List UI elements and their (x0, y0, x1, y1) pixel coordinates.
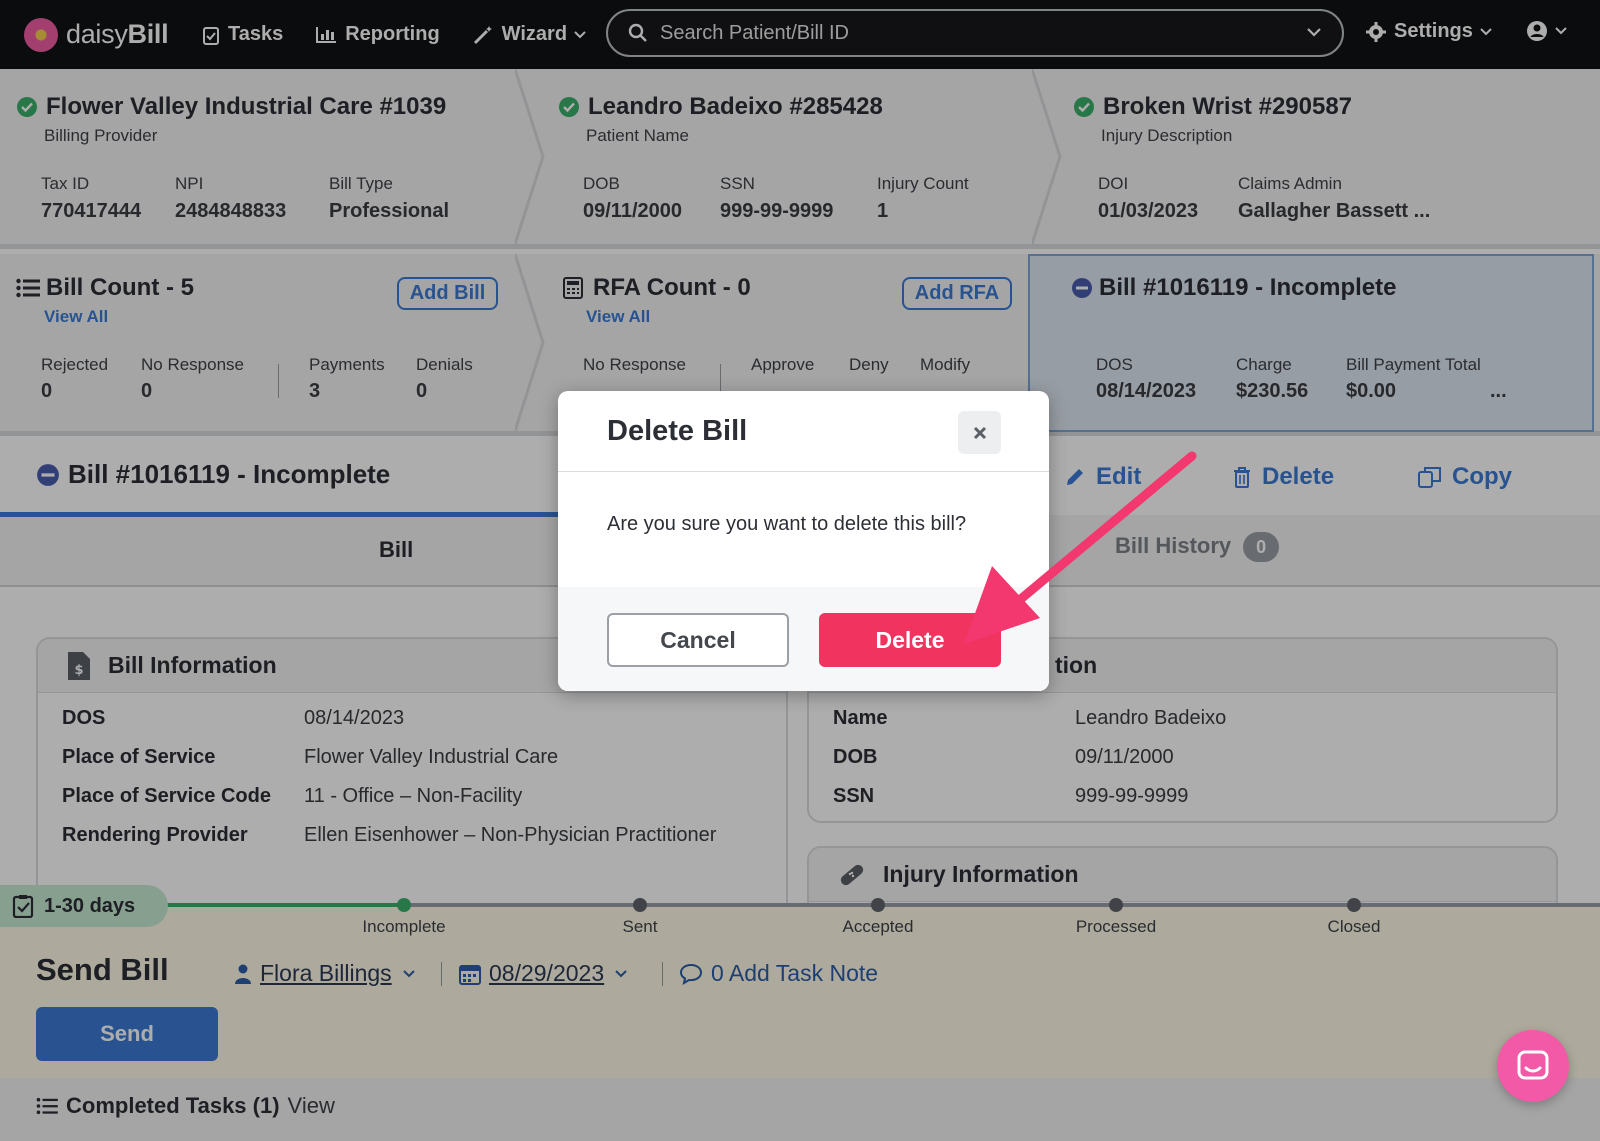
modal-message: Are you sure you want to delete this bil… (607, 513, 967, 535)
cancel-button[interactable]: Cancel (607, 613, 789, 667)
close-icon (973, 426, 986, 439)
chat-icon (1517, 1050, 1549, 1080)
chat-launcher-button[interactable] (1497, 1030, 1569, 1102)
annotation-arrow-icon (964, 451, 1197, 644)
modal-title: Delete Bill (607, 415, 748, 447)
